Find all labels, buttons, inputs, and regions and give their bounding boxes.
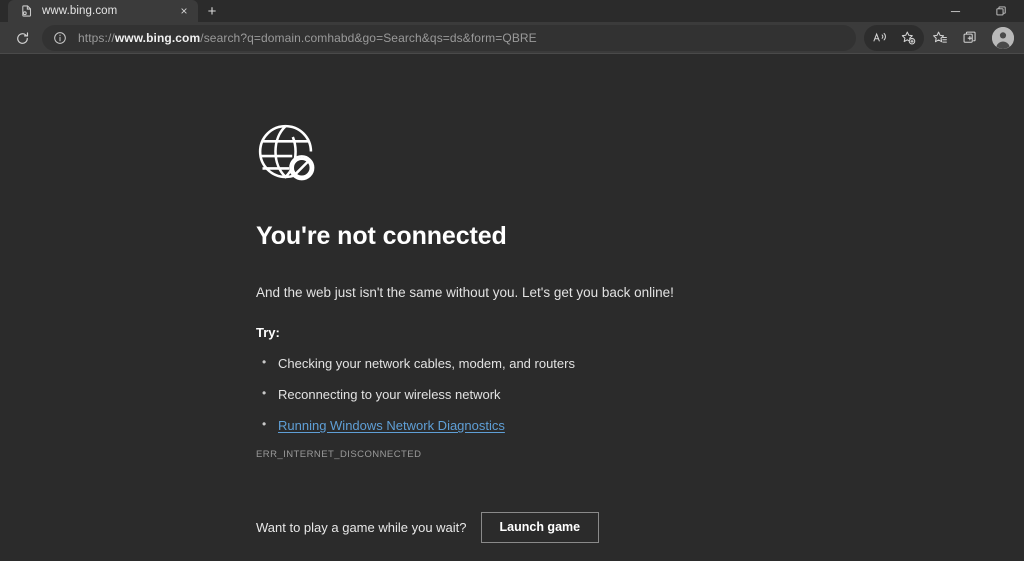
page-title: You're not connected [256,222,507,250]
read-aloud-icon [873,32,886,42]
suggestion-text: Checking your network cables, modem, and… [278,356,575,371]
profile-button[interactable] [992,27,1014,49]
minimize-icon [950,10,960,12]
browser-toolbar: https://www.bing.com/search?q=domain.com… [0,22,1024,54]
error-code: ERR_INTERNET_DISCONNECTED [256,449,422,460]
blank-page-icon [20,4,34,18]
url-host: www.bing.com [114,31,201,45]
favorites-button[interactable] [926,25,954,51]
list-item: Running Windows Network Diagnostics [256,417,1024,433]
suggestion-list: Checking your network cables, modem, and… [256,355,1024,433]
address-bar[interactable]: https://www.bing.com/search?q=domain.com… [42,25,856,51]
toolbar-separator [0,53,1024,54]
tab-close-button[interactable]: × [176,3,192,19]
url-scheme: https:// [78,31,115,45]
new-tab-button[interactable]: + [198,0,226,22]
restore-icon [996,6,1006,16]
list-item: Checking your network cables, modem, and… [256,355,1024,371]
page-subtitle: And the web just isn't the same without … [256,285,674,300]
favorites-list-icon [933,31,947,43]
collections-button[interactable] [956,25,984,51]
game-prompt-text: Want to play a game while you wait? [256,519,467,535]
info-icon[interactable] [50,28,70,48]
reload-button[interactable] [8,25,36,51]
collections-icon [963,31,976,43]
read-aloud-favorites-pill [864,25,924,51]
suggestion-text: Reconnecting to your wireless network [278,387,501,402]
error-page: You're not connected And the web just is… [0,54,1024,561]
toolbar-actions [864,25,1016,51]
minimize-button[interactable] [932,0,978,22]
avatar-icon [992,27,1014,49]
read-aloud-button[interactable] [866,25,894,51]
window-controls [932,0,1024,22]
disconnected-globe-icon [256,122,1024,190]
try-label: Try: [256,325,280,340]
star-plus-icon [901,31,916,45]
url-path: /search?q=domain.comhabd&go=Search&qs=ds… [200,31,537,45]
launch-game-button[interactable]: Launch game [480,512,600,543]
add-to-favorites-button[interactable] [894,25,922,51]
restore-button[interactable] [978,0,1024,22]
reload-icon [16,31,28,44]
tab-strip: www.bing.com × + [0,0,1024,22]
game-prompt-row: Want to play a game while you wait? Laun… [256,512,1024,543]
address-bar-url: https://www.bing.com/search?q=domain.com… [78,31,846,45]
list-item: Reconnecting to your wireless network [256,386,1024,402]
tab-title: www.bing.com [42,5,118,17]
browser-tab[interactable]: www.bing.com × [8,0,198,22]
network-diagnostics-link[interactable]: Running Windows Network Diagnostics [278,418,505,433]
